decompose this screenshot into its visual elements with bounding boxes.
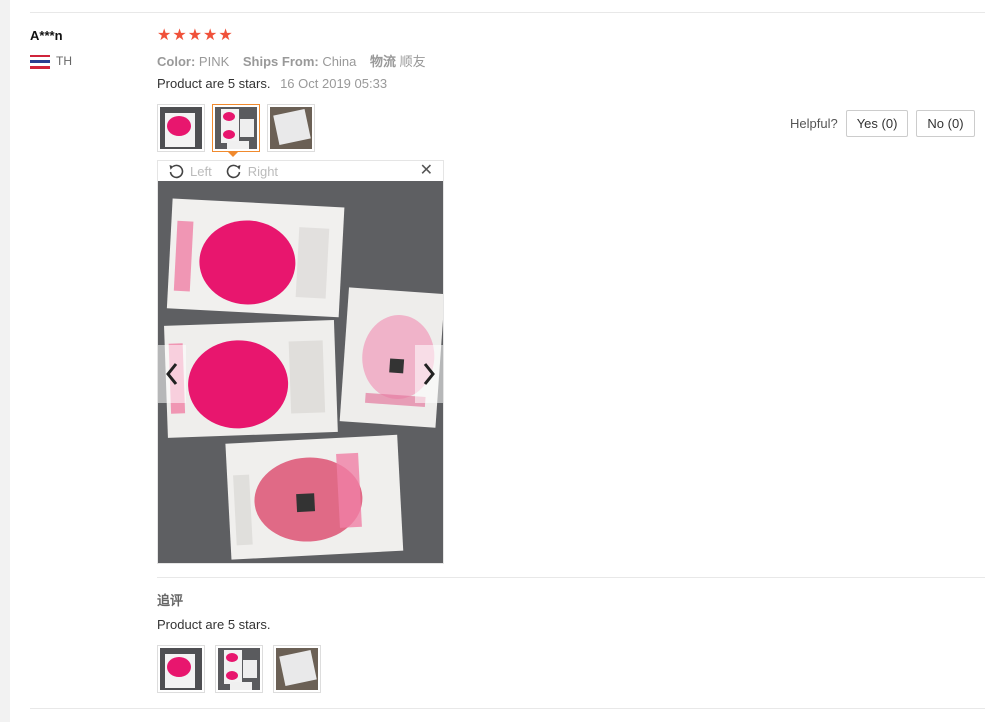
next-image-button[interactable]	[415, 345, 443, 403]
star-icon: ★	[203, 27, 218, 44]
rotate-right-icon	[226, 164, 241, 179]
rotate-left-icon	[169, 164, 184, 179]
followup-title: 追评	[157, 593, 184, 608]
star-icon: ★	[187, 27, 203, 44]
rotate-right-button[interactable]: Right	[226, 163, 278, 179]
active-thumbnail-caret	[227, 151, 239, 157]
review-thumbnails	[157, 104, 315, 152]
review-date: 16 Oct 2019 05:33	[280, 76, 388, 91]
review-thumbnail[interactable]	[157, 104, 205, 152]
viewer-toolbar: Left Right ✕	[158, 161, 443, 181]
helpful-no-button[interactable]: No (0)	[916, 110, 975, 137]
boxes-photo	[158, 181, 443, 563]
country-code: TH	[56, 54, 72, 68]
followup-thumbnail[interactable]	[273, 645, 321, 693]
review-thumbnail[interactable]	[212, 104, 260, 152]
attr-value: China	[322, 54, 357, 69]
star-icon: ★	[218, 27, 233, 44]
star-icon: ★	[172, 27, 187, 44]
review-thumbnail[interactable]	[267, 104, 315, 152]
left-gutter	[0, 0, 10, 722]
image-viewer: Left Right ✕	[157, 160, 444, 564]
review-attributes: Color: PINK Ships From: China 物流 顺友	[157, 51, 426, 70]
followup-thumbnails	[157, 645, 321, 693]
star-icon: ★	[157, 27, 172, 44]
rotate-left-button[interactable]: Left	[168, 163, 212, 179]
divider-followup	[157, 577, 985, 578]
reviewer-name: A***n	[30, 28, 63, 43]
star-rating: ★ ★ ★ ★ ★	[157, 27, 233, 45]
attr-value: PINK	[198, 54, 230, 69]
attr-key: 物流	[369, 54, 396, 69]
divider-bottom	[30, 708, 985, 709]
followup-thumbnail[interactable]	[215, 645, 263, 693]
chevron-left-icon	[166, 363, 178, 385]
chevron-right-icon	[423, 363, 435, 385]
divider-top	[30, 12, 985, 13]
helpful-yes-button[interactable]: Yes (0)	[845, 110, 909, 137]
comment-text: Product are 5 stars.	[157, 76, 271, 91]
attr-key: Ships From:	[242, 54, 319, 69]
close-icon[interactable]: ✕	[420, 162, 433, 180]
followup-thumbnail[interactable]	[157, 645, 205, 693]
thailand-flag-icon	[30, 54, 50, 69]
attr-key: Color:	[157, 54, 196, 69]
reviewer-country: TH	[30, 54, 72, 69]
helpful-votes: Helpful? Yes (0) No (0)	[790, 110, 975, 137]
prev-image-button[interactable]	[158, 345, 186, 403]
helpful-label: Helpful?	[790, 116, 838, 131]
review-photo-large	[158, 181, 443, 563]
review-comment: Product are 5 stars. 16 Oct 2019 05:33	[157, 76, 387, 91]
followup-comment: Product are 5 stars.	[157, 617, 271, 632]
attr-value: 顺友	[399, 54, 426, 69]
rotate-left-label: Left	[190, 163, 212, 179]
rotate-right-label: Right	[247, 163, 279, 179]
